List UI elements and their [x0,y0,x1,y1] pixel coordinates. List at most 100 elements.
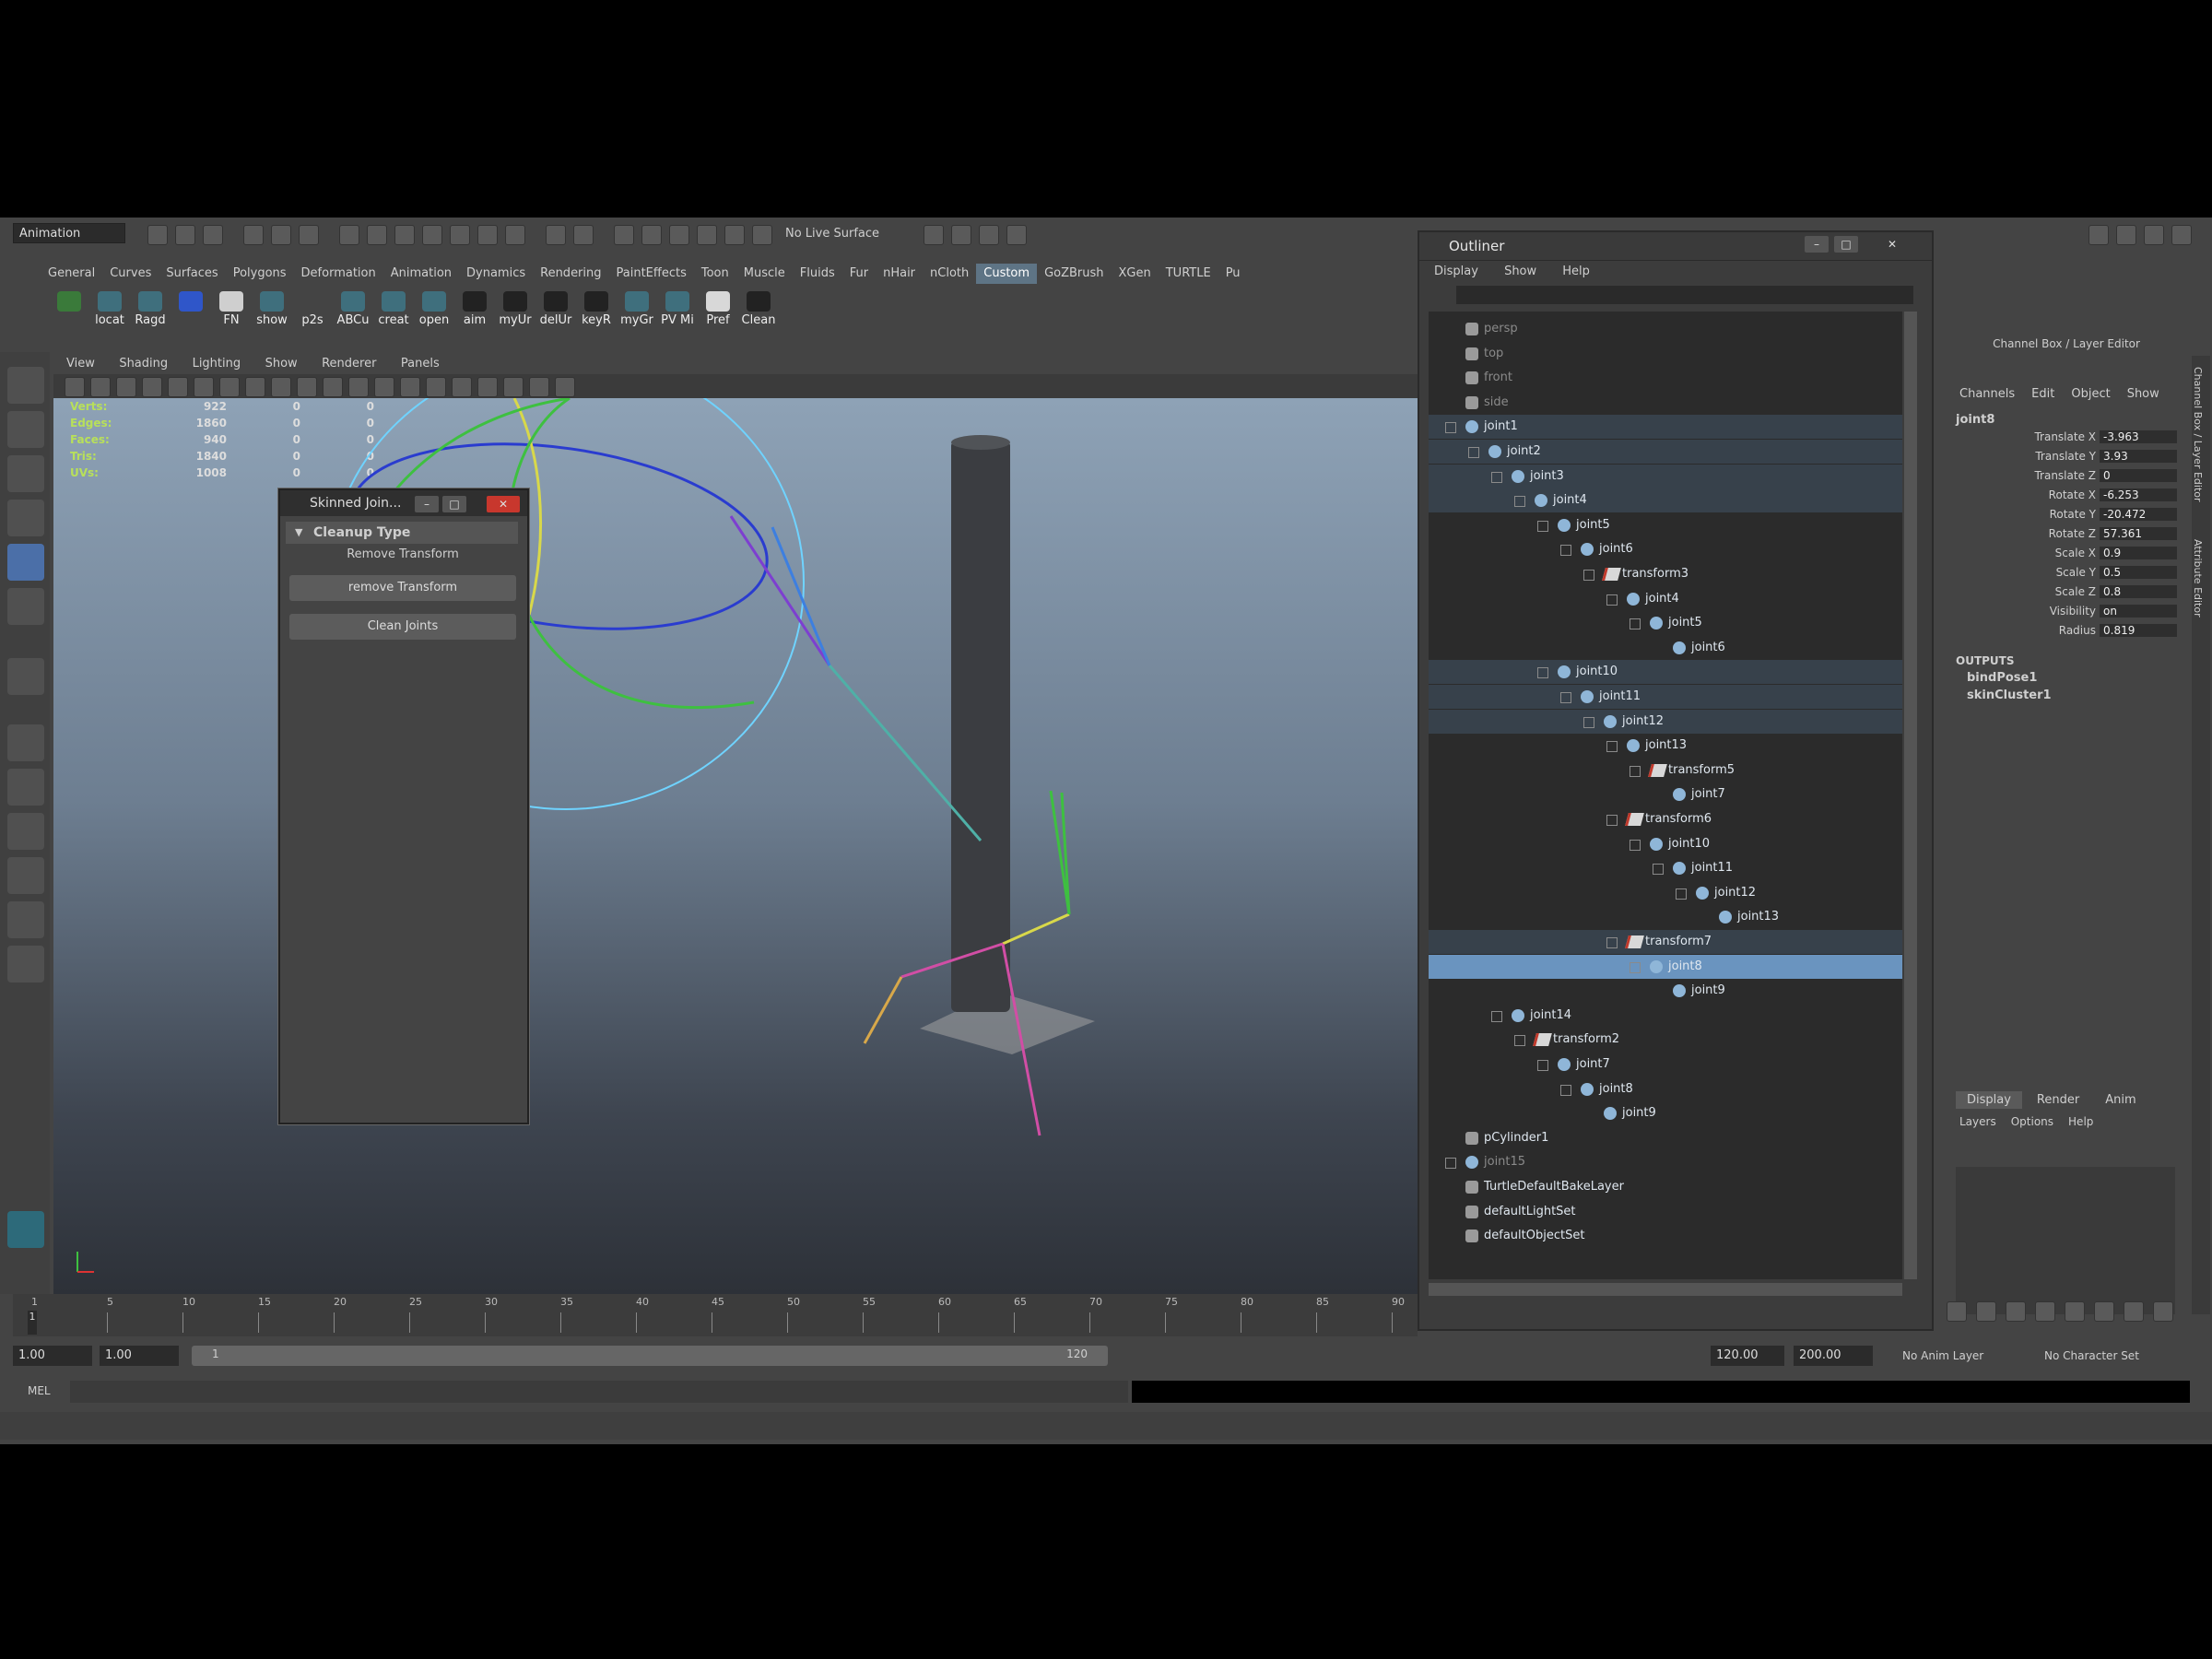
outliner-row[interactable]: joint9 [1429,979,1902,1003]
camera-attributes-icon[interactable] [90,377,111,397]
step-back-key-icon[interactable] [1976,1301,1996,1322]
outliner-row[interactable]: joint10 [1429,832,1902,856]
outliner-horizontal-scrollbar[interactable] [1429,1283,1902,1296]
shelf-button-myur[interactable]: myUr [498,291,533,327]
outliner-row[interactable]: joint12 [1429,881,1902,905]
new-scene-icon[interactable] [147,225,168,245]
object-menu[interactable]: Object [2071,387,2110,409]
open-scene-icon[interactable] [175,225,195,245]
outliner-row[interactable]: pCylinder1 [1429,1126,1902,1150]
magnet-icon-6[interactable] [752,225,772,245]
collapse-icon[interactable] [1560,545,1571,557]
mel-label[interactable]: MEL [28,1384,51,1397]
step-back-frame-icon[interactable] [2006,1301,2026,1322]
channel-value[interactable]: -6.253 [2100,488,2177,501]
lights-icon[interactable] [452,377,472,397]
tab-fluids[interactable]: Fluids [793,264,842,284]
outliner-row[interactable]: TurtleDefaultBakeLayer [1429,1175,1902,1199]
go-to-start-icon[interactable] [1947,1301,1967,1322]
smooth-shade-icon[interactable] [374,377,394,397]
select-component-icon[interactable] [299,225,319,245]
tab-pu[interactable]: Pu [1218,264,1248,284]
outliner-row[interactable]: joint7 [1429,782,1902,806]
collapse-icon[interactable] [1606,741,1618,753]
close-button[interactable]: ✕ [1880,236,1904,253]
channel-row[interactable]: Translate Y 3.93 [1945,450,2188,469]
save-scene-icon[interactable] [203,225,223,245]
edit-menu[interactable]: Edit [2031,387,2054,409]
outliner-row[interactable]: joint2 [1429,440,1902,464]
collapse-icon[interactable] [1445,422,1456,434]
tab-custom[interactable]: Custom [976,264,1038,284]
tab-animation[interactable]: Animation [383,264,459,284]
collapse-icon[interactable] [1606,937,1618,948]
tab-deformation[interactable]: Deformation [294,264,383,284]
outliner-row[interactable]: joint7 [1429,1053,1902,1077]
anim-layer-selector[interactable]: No Anim Layer [1902,1349,1983,1362]
minimize-button[interactable]: – [1805,236,1829,253]
outliner-row[interactable]: joint13 [1429,734,1902,758]
play-forwards-icon[interactable] [2065,1301,2085,1322]
channel-row[interactable]: Rotate X -6.253 [1945,488,2188,508]
menu-set-selector[interactable]: Animation [13,223,125,243]
collapse-icon[interactable] [1491,471,1502,483]
magnet-icon-1[interactable] [614,225,634,245]
outliner-row[interactable]: joint4 [1429,488,1902,513]
channel-value[interactable]: -20.472 [2100,508,2177,521]
snap-curve-icon[interactable] [367,225,387,245]
collapse-icon[interactable] [1583,570,1594,581]
channel-value[interactable]: on [2100,605,2177,618]
outliner-row[interactable]: joint6 [1429,537,1902,561]
maximize-button[interactable]: □ [442,496,466,512]
select-hierarchy-icon[interactable] [243,225,264,245]
attribute-editor-toggle-icon[interactable] [2116,225,2136,245]
remove-transform-button[interactable]: remove Transform [289,575,516,601]
four-view-layout-icon[interactable] [7,769,44,806]
tab-general[interactable]: General [41,264,102,284]
bookmark-icon[interactable] [116,377,136,397]
channel-value[interactable]: 0.9 [2100,547,2177,559]
shelf-button-mygr[interactable]: myGr [619,291,654,327]
tab-rendering[interactable]: Rendering [533,264,608,284]
outliner-row[interactable]: joint13 [1429,905,1902,929]
collapse-icon[interactable] [1606,815,1618,826]
safe-action-icon[interactable] [297,377,317,397]
channel-row[interactable]: Rotate Y -20.472 [1945,508,2188,527]
tab-turtle[interactable]: TURTLE [1159,264,1218,284]
tab-polygons[interactable]: Polygons [226,264,294,284]
wireframe-icon[interactable] [348,377,369,397]
shelf-button-clean[interactable]: Clean [741,291,776,327]
outliner-row[interactable]: joint9 [1429,1101,1902,1125]
shelf-button-ragd[interactable]: Ragd [133,291,168,327]
outliner-row[interactable]: front [1429,366,1902,390]
shelf-button-skeleton[interactable] [52,291,87,327]
collapse-icon[interactable] [1560,692,1571,703]
tab-display[interactable]: Display [1956,1091,2022,1109]
collapse-icon[interactable] [1653,864,1664,876]
wireframe-on-shaded-icon[interactable] [400,377,420,397]
collapse-icon[interactable] [1606,594,1618,606]
isolate-select-icon[interactable] [555,377,575,397]
magnet-icon-3[interactable] [669,225,689,245]
outliner-row[interactable]: joint6 [1429,636,1902,660]
go-to-end-icon[interactable] [2153,1301,2173,1322]
outliner-menu-display[interactable]: Display [1434,265,1478,278]
outliner-row[interactable]: joint14 [1429,1004,1902,1028]
tab-fur[interactable]: Fur [842,264,876,284]
panel-menu-show[interactable]: Show [265,357,298,371]
outliner-row[interactable]: transform7 [1429,930,1902,954]
tab-anim[interactable]: Anim [2094,1091,2147,1109]
outliner-row[interactable]: joint12 [1429,709,1902,734]
outliner-row[interactable]: joint5 [1429,611,1902,635]
help-menu[interactable]: Help [2068,1115,2093,1128]
tab-muscle[interactable]: Muscle [736,264,793,284]
channel-box-side-tab[interactable]: Channel Box / Layer Editor [2192,356,2204,502]
persp-outliner-layout-icon[interactable] [7,813,44,850]
outliner-row[interactable]: joint8 [1429,1077,1902,1101]
tab-gozbrush[interactable]: GoZBrush [1037,264,1111,284]
snap-grid-icon[interactable] [339,225,359,245]
shelf-button-delur[interactable]: delUr [538,291,573,327]
snap-plane-icon[interactable] [422,225,442,245]
tab-nhair[interactable]: nHair [876,264,923,284]
options-menu[interactable]: Options [2011,1115,2053,1128]
